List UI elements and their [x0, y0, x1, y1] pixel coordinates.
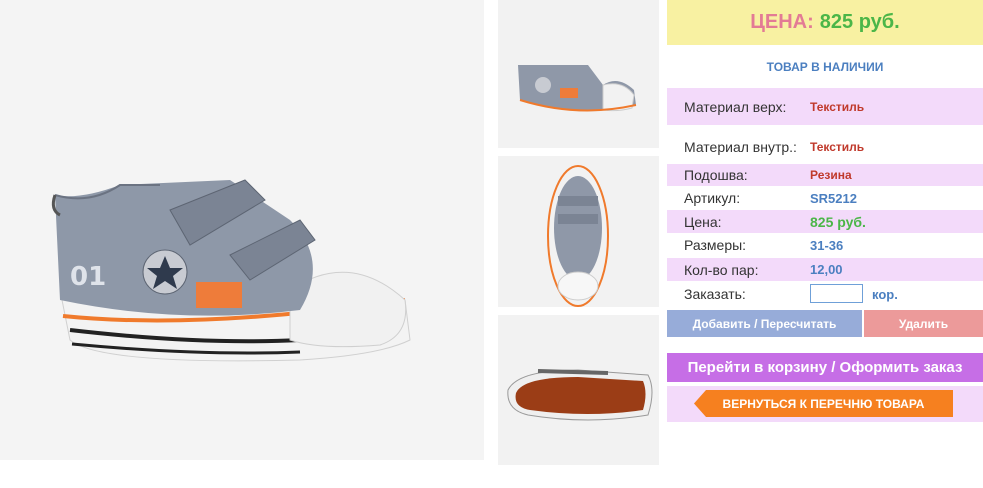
- price-banner: ЦЕНА: 825 руб.: [667, 0, 983, 45]
- sneaker-thumb-side-icon: [518, 65, 637, 112]
- spec-key: Материал верх:: [684, 98, 787, 115]
- sneaker-thumb-top-icon: [547, 165, 609, 307]
- sneaker-thumb-sole-icon: [507, 369, 653, 421]
- spec-row-article: Артикул: SR5212: [667, 187, 983, 209]
- back-button-container: ВЕРНУТЬСЯ К ПЕРЕЧНЮ ТОВАРА: [667, 386, 983, 422]
- order-unit: кор.: [872, 286, 898, 302]
- spec-row-sole: Подошва: Резина: [667, 164, 983, 186]
- sneaker-side-image: 01: [51, 179, 411, 362]
- spec-value: Текстиль: [810, 139, 865, 154]
- delete-button[interactable]: Удалить: [864, 310, 983, 337]
- main-product-image[interactable]: 01: [0, 0, 484, 460]
- spec-value: SR5212: [810, 190, 857, 206]
- spec-value: Текстиль: [810, 99, 865, 114]
- svg-text:01: 01: [70, 262, 106, 292]
- spec-row-price: Цена: 825 руб.: [667, 210, 983, 233]
- price-value: 825 руб.: [819, 11, 900, 33]
- thumbnail-2[interactable]: [498, 156, 659, 307]
- spec-value: 12,00: [810, 262, 843, 277]
- spec-key: Цена:: [684, 213, 722, 230]
- spec-value: 31-36: [810, 237, 844, 253]
- spec-key: Размеры:: [684, 237, 747, 253]
- spec-key: Подошва:: [684, 167, 748, 183]
- spec-value: Резина: [810, 168, 852, 182]
- order-row: Заказать: кор.: [667, 283, 983, 305]
- spec-row-material-upper: Материал верх: Текстиль: [667, 88, 983, 125]
- price-label: ЦЕНА:: [750, 11, 814, 33]
- back-to-list-button[interactable]: ВЕРНУТЬСЯ К ПЕРЕЧНЮ ТОВАРА: [694, 390, 953, 417]
- thumbnail-3[interactable]: [498, 315, 659, 465]
- spec-value: 825 руб.: [810, 213, 866, 230]
- order-label: Заказать:: [684, 286, 746, 302]
- thumbnail-1[interactable]: [498, 0, 659, 148]
- stock-status: ТОВАР В НАЛИЧИИ: [766, 60, 884, 74]
- go-to-cart-button[interactable]: Перейти в корзину / Оформить заказ: [667, 353, 983, 382]
- add-recalculate-button[interactable]: Добавить / Пересчитать: [667, 310, 862, 337]
- spec-key: Материал внутр.:: [684, 138, 797, 155]
- spec-row-pairs: Кол-во пар: 12,00: [667, 258, 983, 281]
- spec-key: Артикул:: [684, 190, 741, 206]
- order-quantity-input[interactable]: [810, 284, 863, 303]
- spec-row-material-inner: Материал внутр.: Текстиль: [667, 128, 983, 165]
- spec-row-sizes: Размеры: 31-36: [667, 234, 983, 256]
- spec-key: Кол-во пар:: [684, 261, 759, 278]
